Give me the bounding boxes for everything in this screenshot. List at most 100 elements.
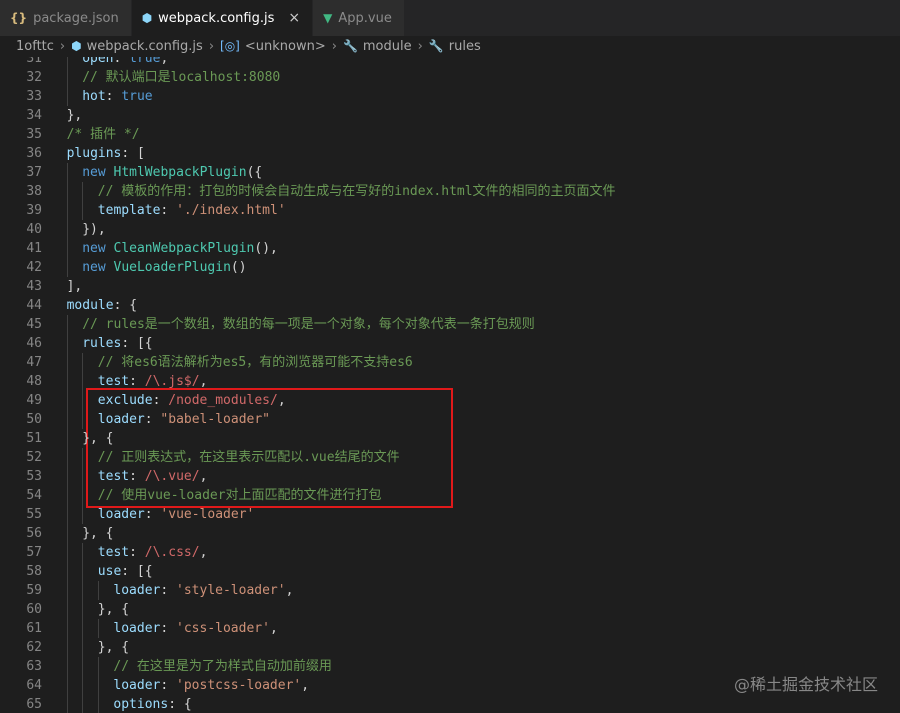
line-number: 50 — [26, 412, 42, 427]
code-line: 40}), — [0, 220, 900, 239]
code-line: 36 plugins: [ — [0, 144, 900, 163]
code-token: , — [277, 393, 286, 408]
code-token: CleanWebpackPlugin — [113, 241, 255, 256]
breadcrumb-item[interactable]: 🔧 rules — [429, 39, 481, 54]
code-line: 52 // 正则表达式，在这里表示匹配以.vue结尾的文件 — [0, 448, 900, 467]
indent-guide — [82, 372, 84, 391]
code-text: }, { — [82, 429, 113, 448]
breadcrumb-separator: › — [208, 39, 215, 54]
indent-guide — [82, 505, 84, 524]
indent-guide — [82, 182, 84, 201]
code-text: options: { — [113, 695, 191, 713]
indent-guide — [66, 429, 68, 448]
code-token: }, { — [97, 640, 130, 655]
code-line: 47 // 将es6语法解析为es5，有的浏览器可能不支持es6 — [0, 353, 900, 372]
code-text: }, — [67, 106, 83, 125]
code-text: new VueLoaderPlugin() — [82, 258, 246, 277]
code-text: /* 插件 */ — [67, 125, 140, 144]
line-number: 53 — [26, 469, 42, 484]
code-text: // 正则表达式，在这里表示匹配以.vue结尾的文件 — [98, 448, 400, 467]
code-text: // 模板的作用：打包的时候会自动生成与在写好的index.html文件的相同的… — [98, 182, 616, 201]
indent-guide — [66, 676, 68, 695]
code-token: : [{ — [121, 336, 153, 351]
indent-guide — [66, 239, 68, 258]
code-token: use — [97, 564, 122, 579]
indent-guide — [66, 182, 68, 201]
code-token: './index.html' — [176, 203, 286, 218]
code-text: }), — [82, 220, 105, 239]
line-number: 34 — [26, 108, 42, 123]
line-number: 33 — [26, 89, 42, 104]
indent-guide — [66, 315, 68, 334]
code-token: : — [160, 678, 177, 693]
breadcrumb-label: <unknown> — [244, 39, 326, 54]
line-number: 36 — [26, 146, 42, 161]
code-text: loader: "babel-loader" — [98, 410, 270, 429]
code-token: loader — [113, 583, 161, 598]
code-token: : { — [168, 697, 192, 712]
indent-guide — [66, 163, 68, 182]
line-number: 61 — [26, 621, 42, 636]
indent-guide — [66, 353, 68, 372]
code-token: : — [160, 203, 177, 218]
indent-guide — [66, 543, 68, 562]
code-token: new — [82, 165, 114, 180]
code-line: 42 new VueLoaderPlugin() — [0, 258, 900, 277]
line-number: 45 — [26, 317, 42, 332]
indent-guide — [66, 448, 68, 467]
code-token: , — [160, 57, 169, 66]
breadcrumb-item[interactable]: 🔧 module — [343, 39, 412, 54]
code-token: 'vue-loader' — [160, 507, 255, 522]
code-line: 51}, { — [0, 429, 900, 448]
code-text: loader: 'vue-loader' — [98, 505, 255, 524]
vue-logo-icon: ▼ — [323, 11, 333, 25]
code-line: 61 loader: 'css-loader', — [0, 619, 900, 638]
variable-icon: [◎] — [220, 39, 240, 53]
indent-guide — [82, 581, 84, 600]
code-token: test — [97, 545, 130, 560]
code-editor[interactable]: 31 open: true, 32 // 默认端口是localhost:8080 33 h… — [0, 57, 900, 713]
indent-guide — [66, 68, 68, 87]
breadcrumb-item[interactable]: [◎] <unknown> — [220, 39, 326, 54]
json-braces-icon: {} — [10, 11, 28, 25]
indent-guide — [66, 562, 68, 581]
code-text: // 将es6语法解析为es5，有的浏览器可能不支持es6 — [98, 353, 413, 372]
indent-guide — [97, 676, 99, 695]
code-token: loader — [97, 507, 145, 522]
indent-guide — [66, 372, 68, 391]
line-number: 55 — [26, 507, 42, 522]
indent-guide — [82, 600, 84, 619]
code-token: // 默认端口是localhost:8080 — [82, 70, 281, 85]
code-token: test — [97, 374, 130, 389]
indent-guide — [66, 581, 68, 600]
code-text: // rules是一个数组，数组的每一项是一个对象，每个对象代表一条打包规则 — [82, 315, 535, 334]
line-number: 37 — [26, 165, 42, 180]
code-token: : — [129, 469, 145, 484]
code-line: 55 loader: 'vue-loader' — [0, 505, 900, 524]
tab-package-json[interactable]: {} package.json — [0, 0, 132, 36]
indent-guide — [82, 676, 84, 695]
indent-guide — [66, 638, 68, 657]
line-number: 41 — [26, 241, 42, 256]
indent-guide — [66, 505, 68, 524]
close-icon[interactable]: × — [288, 10, 300, 26]
indent-guide — [66, 391, 68, 410]
indent-guide — [66, 600, 68, 619]
code-token: , — [301, 678, 310, 693]
code-token: /\.vue/ — [144, 469, 200, 484]
code-line: 49 exclude: /node_modules/, — [0, 391, 900, 410]
breadcrumb-item[interactable]: ⬢ webpack.config.js — [71, 39, 203, 54]
tab-app-vue[interactable]: ▼ App.vue — [313, 0, 405, 36]
code-line: 38 // 模板的作用：打包的时候会自动生成与在写好的index.html文件的相… — [0, 182, 900, 201]
indent-guide — [82, 695, 84, 713]
breadcrumb-separator: › — [417, 39, 423, 54]
code-text: // 使用vue-loader对上面匹配的文件进行打包 — [98, 486, 382, 505]
code-line: 50 loader: "babel-loader" — [0, 410, 900, 429]
line-number: 54 — [26, 488, 42, 503]
tab-webpack-config-js[interactable]: ⬢ webpack.config.js × — [131, 0, 314, 36]
code-line: 54 // 使用vue-loader对上面匹配的文件进行打包 — [0, 486, 900, 505]
code-line: 39 template: './index.html' — [0, 201, 900, 220]
indent-guide — [82, 562, 84, 581]
code-token: plugins — [66, 146, 122, 161]
breadcrumb-item[interactable]: 1ofttc — [16, 39, 54, 54]
